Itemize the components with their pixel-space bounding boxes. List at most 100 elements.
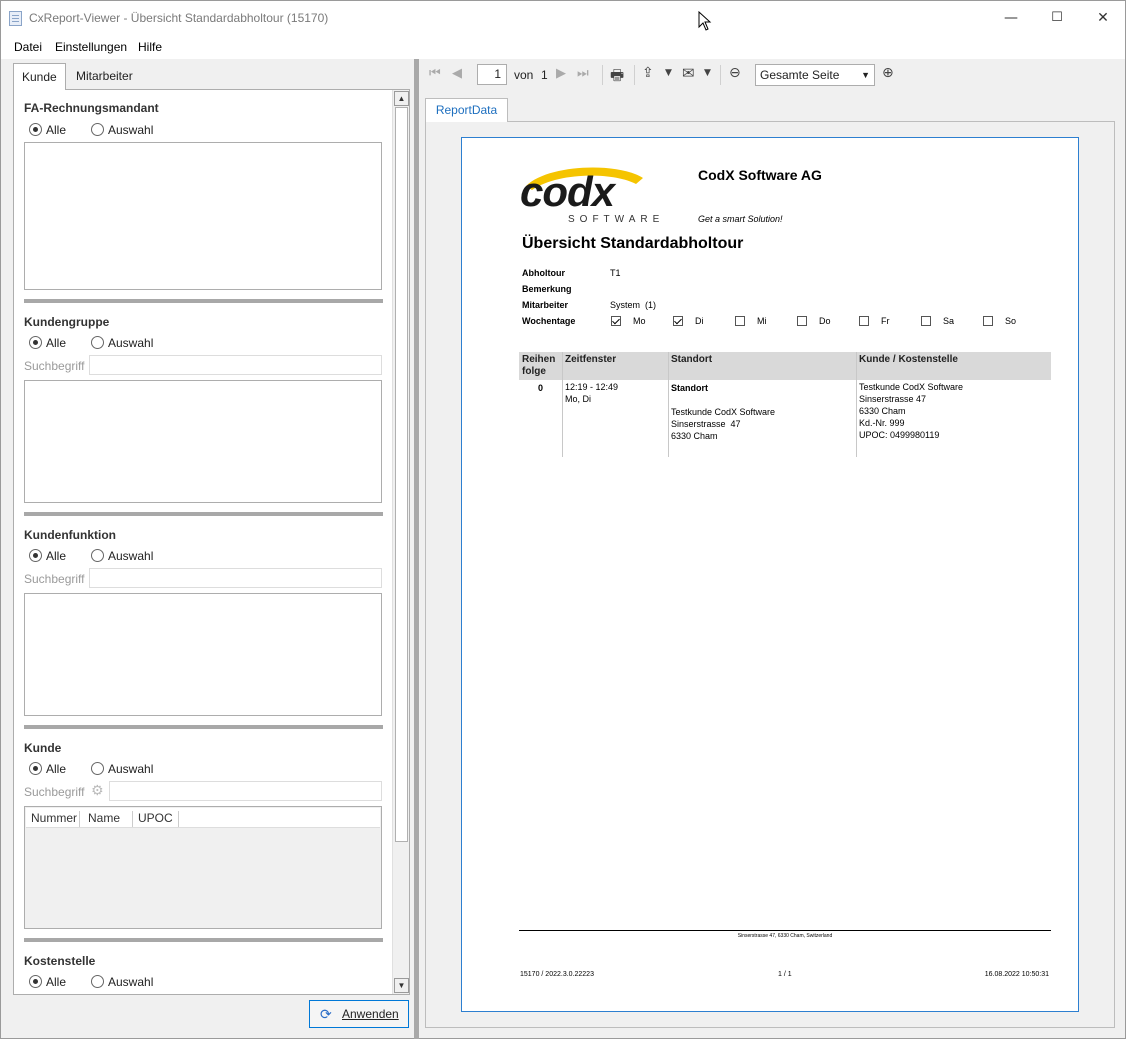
menu-hilfe[interactable]: Hilfe	[138, 40, 162, 54]
table-header-kunde: Kunde / Kostenstelle	[856, 352, 1051, 380]
table-header-zeitfenster: Zeitfenster	[562, 352, 668, 380]
scroll-thumb[interactable]	[395, 107, 408, 842]
export-icon[interactable]: ⇪	[642, 65, 654, 81]
checkbox-sa	[921, 316, 931, 326]
zoom-select[interactable]: Gesamte Seite ▼	[755, 64, 875, 86]
radio-label: Auswahl	[108, 336, 154, 350]
chevron-down-icon: ▼	[861, 70, 870, 80]
tab-mitarbeiter[interactable]: Mitarbeiter	[68, 63, 143, 90]
footer-page: 1 / 1	[778, 971, 792, 978]
zoom-in-icon[interactable]: ⊕	[882, 65, 894, 81]
kundengruppe-listbox[interactable]	[24, 380, 382, 503]
apply-label: Anwenden	[342, 1007, 399, 1021]
next-page-icon[interactable]: ▶	[556, 66, 566, 81]
toolbar-separator	[602, 65, 603, 85]
mail-icon[interactable]: ✉	[682, 64, 695, 82]
table-gridline	[562, 352, 563, 457]
cell-kunde-1: Testkunde CodX Software	[859, 382, 964, 392]
column-header-nummer[interactable]: Nummer	[26, 811, 80, 827]
search-label-kundenfunktion: Suchbegriff	[24, 572, 85, 586]
search-input-kunde[interactable]	[109, 781, 382, 801]
refresh-icon: ⟳	[320, 1006, 332, 1022]
print-icon[interactable]: 🖶	[610, 65, 624, 90]
radio-dot	[91, 975, 104, 988]
scroll-up-icon[interactable]: ▲	[394, 91, 409, 106]
mail-dropdown-icon[interactable]: ▼	[704, 68, 711, 78]
section-divider[interactable]	[24, 299, 383, 303]
tab-reportdata[interactable]: ReportData	[425, 98, 508, 122]
scroll-down-icon[interactable]: ▼	[394, 978, 409, 993]
last-page-icon[interactable]: ⏭	[577, 66, 589, 81]
radio-dot	[29, 975, 42, 988]
panel-splitter[interactable]	[414, 59, 419, 1039]
label-mitarbeiter: Mitarbeiter	[522, 300, 569, 310]
zoom-out-icon[interactable]: ⊖	[729, 65, 741, 81]
section-divider[interactable]	[24, 512, 383, 516]
column-header-upoc[interactable]: UPOC	[133, 811, 179, 827]
weekday-label-mi: Mi	[757, 316, 767, 326]
radio-label: Auswahl	[108, 762, 154, 776]
first-page-icon[interactable]: ⏮	[429, 66, 441, 81]
slogan: Get a smart Solution!	[698, 214, 783, 224]
close-button[interactable]: ✕	[1080, 1, 1126, 35]
kunde-grid[interactable]: Nummer Name UPOC	[24, 806, 382, 929]
app-icon	[9, 11, 22, 26]
page-total: 1	[541, 68, 548, 82]
toolbar-separator	[634, 65, 635, 85]
section-title-kostenstelle: Kostenstelle	[24, 954, 96, 968]
cell-kunde-4: Kd.-Nr. 999	[859, 418, 905, 428]
weekday-label-so: So	[1005, 316, 1017, 326]
tab-kunde[interactable]: Kunde	[13, 63, 66, 90]
page-of-label: von	[514, 68, 534, 82]
section-divider[interactable]	[24, 938, 383, 942]
cell-standort-title: Standort	[671, 383, 708, 393]
search-input-kundengruppe[interactable]	[89, 355, 382, 375]
apply-button[interactable]: ⟳ Anwenden	[309, 1000, 409, 1028]
weekday-label-do: Do	[819, 316, 831, 326]
app-window: CxReport-Viewer - Übersicht Standardabho…	[0, 0, 1126, 1039]
radio-dot	[29, 762, 42, 775]
checkbox-fr	[859, 316, 869, 326]
menu-datei[interactable]: Datei	[14, 40, 42, 54]
gear-icon[interactable]: ⚙	[91, 783, 104, 799]
radio-dot	[91, 336, 104, 349]
weekday-label-sa: Sa	[943, 316, 955, 326]
previous-page-icon[interactable]: ◀	[452, 66, 462, 81]
vertical-scrollbar[interactable]: ▲ ▼	[392, 90, 409, 994]
search-input-kundenfunktion[interactable]	[89, 568, 382, 588]
radio-dot	[91, 123, 104, 136]
cell-kunde-5: UPOC: 0499980119	[859, 430, 940, 440]
menu-einstellungen[interactable]: Einstellungen	[55, 40, 127, 54]
kundenfunktion-listbox[interactable]	[24, 593, 382, 716]
filter-scroll-area[interactable]: FA-Rechnungsmandant Alle Auswahl Kundeng…	[13, 89, 410, 995]
section-title-kundengruppe: Kundengruppe	[24, 315, 110, 329]
table-header-folge: Reihen folge	[519, 352, 562, 380]
logo-subtext: SOFTWARE	[568, 214, 665, 225]
label-wochentage: Wochentage	[522, 316, 576, 326]
checkbox-mi	[735, 316, 745, 326]
cell-folge: 0	[538, 383, 544, 393]
kunde-grid-header: Nummer Name UPOC	[26, 808, 380, 828]
section-divider[interactable]	[24, 725, 383, 729]
search-label-kunde: Suchbegriff	[24, 785, 85, 799]
column-header-name[interactable]: Name	[83, 811, 133, 827]
minimize-button[interactable]: —	[988, 1, 1034, 35]
export-dropdown-icon[interactable]: ▼	[665, 68, 672, 78]
title-bar: CxReport-Viewer - Übersicht Standardabho…	[1, 1, 1125, 35]
radio-label: Alle	[46, 549, 67, 563]
radio-label: Auswahl	[108, 123, 154, 137]
radio-dot	[29, 549, 42, 562]
label-abholtour: Abholtour	[522, 268, 565, 278]
section-title-fa: FA-Rechnungsmandant	[24, 101, 159, 115]
maximize-button[interactable]: ☐	[1034, 1, 1080, 35]
radio-dot	[91, 762, 104, 775]
value-mitarbeiter: System (1)	[610, 300, 657, 310]
footer-address: Sinserstrasse 47, 6330 Cham, Switzerland	[737, 933, 833, 939]
mouse-cursor-icon	[698, 11, 712, 31]
page-number-input[interactable]: 1	[477, 64, 507, 85]
logo-text: codx	[520, 168, 615, 215]
checkbox-do	[797, 316, 807, 326]
checkbox-mo	[611, 316, 621, 326]
fa-listbox[interactable]	[24, 142, 382, 290]
menu-bar: Datei Einstellungen Hilfe	[1, 35, 1125, 59]
